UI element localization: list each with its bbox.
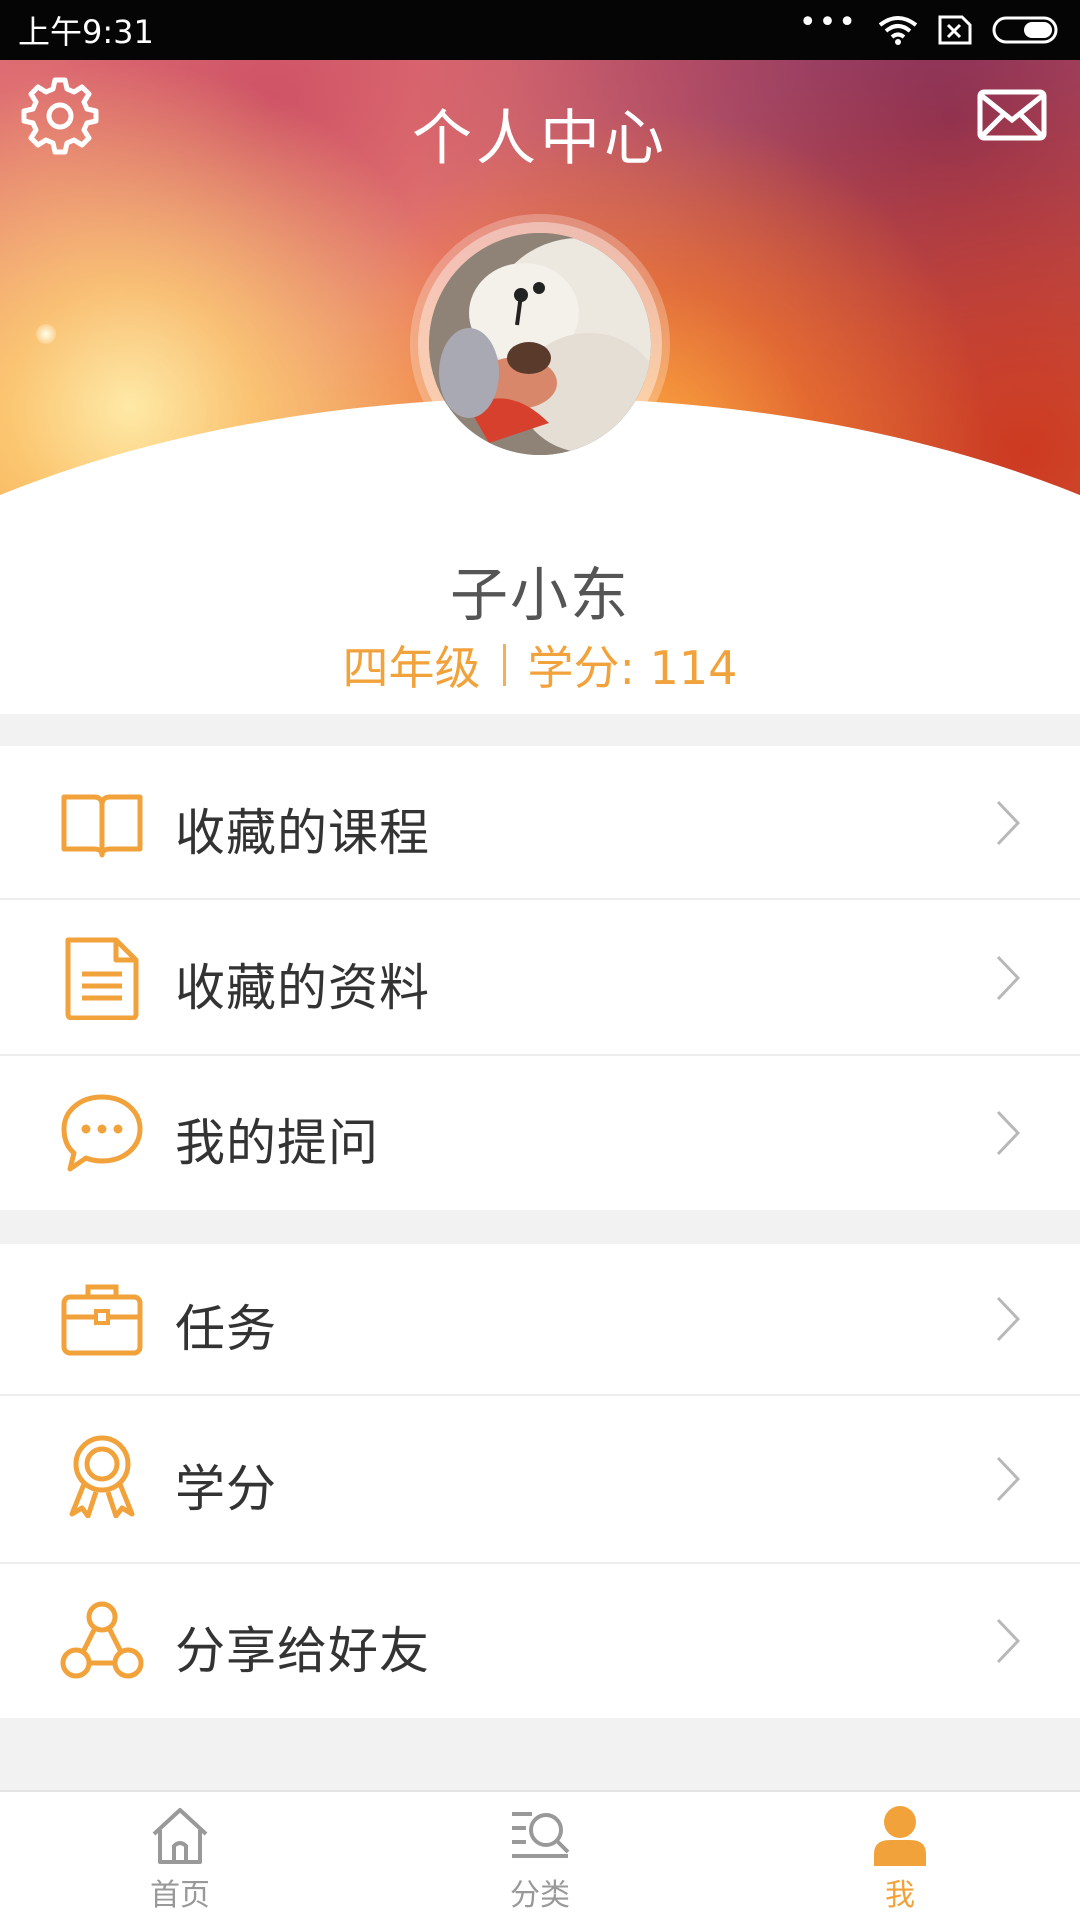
light-flare bbox=[36, 324, 56, 344]
messages-button[interactable] bbox=[976, 86, 1048, 146]
menu-item-share[interactable]: 分享给好友 bbox=[0, 1564, 1080, 1718]
user-icon bbox=[874, 1806, 926, 1866]
status-time: 上午9:31 bbox=[18, 13, 154, 51]
chevron-right-icon bbox=[996, 1110, 1021, 1156]
share-icon bbox=[60, 1601, 144, 1679]
wifi-icon bbox=[878, 16, 918, 45]
nav-tab-home[interactable]: 首页 bbox=[30, 1792, 330, 1920]
document-icon bbox=[65, 937, 139, 1020]
menu-item-favorite-courses[interactable]: 收藏的课程 bbox=[0, 746, 1080, 900]
user-name: 子小东 bbox=[449, 561, 630, 629]
menu-item-label: 收藏的资料 bbox=[175, 959, 430, 1017]
nav-tab-label: 首页 bbox=[150, 1878, 210, 1913]
menu-item-label: 收藏的课程 bbox=[175, 804, 430, 862]
briefcase-icon bbox=[61, 1284, 143, 1356]
medal-icon bbox=[69, 1435, 135, 1518]
chevron-right-icon bbox=[996, 1618, 1021, 1664]
avatar-image bbox=[429, 233, 651, 455]
user-grade: 四年级 bbox=[342, 641, 481, 695]
category-search-icon bbox=[512, 1812, 570, 1858]
nav-tab-label: 分类 bbox=[510, 1878, 570, 1913]
avatar[interactable] bbox=[429, 233, 651, 455]
meta-divider bbox=[502, 644, 506, 686]
profile-header: 个人中心 子小东 四年级 学分: 114 bbox=[0, 60, 1080, 714]
chevron-right-icon bbox=[996, 955, 1021, 1001]
book-icon bbox=[61, 794, 143, 858]
nav-tab-category[interactable]: 分类 bbox=[390, 1792, 690, 1920]
chevron-right-icon bbox=[996, 800, 1021, 846]
page-title: 个人中心 bbox=[412, 104, 668, 174]
menu-item-credits[interactable]: 学分 bbox=[0, 1396, 1080, 1562]
chevron-right-icon bbox=[996, 1296, 1021, 1342]
mail-icon bbox=[977, 89, 1047, 141]
more-dots-icon: ••• bbox=[798, 5, 858, 40]
chevron-right-icon bbox=[996, 1456, 1021, 1502]
avatar-frame bbox=[418, 222, 662, 466]
menu-item-label: 我的提问 bbox=[175, 1114, 379, 1172]
menu-item-label: 任务 bbox=[175, 1300, 277, 1358]
menu-item-label: 分享给好友 bbox=[175, 1622, 430, 1680]
user-credits: 学分: 114 bbox=[527, 641, 738, 695]
status-bar: 上午9:31 ••• bbox=[0, 0, 1080, 60]
personal-center-screen: 上午9:31 ••• 个人中心 子小东 四年级 学分: 114 收藏的课程 收藏… bbox=[0, 0, 1080, 1920]
chat-bubble-icon bbox=[61, 1094, 143, 1172]
home-icon bbox=[152, 1808, 208, 1864]
no-sim-icon bbox=[938, 15, 972, 45]
menu-item-tasks[interactable]: 任务 bbox=[0, 1244, 1080, 1394]
menu-group-activity: 任务 学分 分享给好友 bbox=[0, 1244, 1080, 1718]
menu-item-label: 学分 bbox=[175, 1460, 277, 1518]
status-icons: ••• bbox=[799, 8, 1062, 46]
bottom-nav: 首页 分类 我 bbox=[0, 1790, 1080, 1920]
menu-group-favorites: 收藏的课程 收藏的资料 我的提问 bbox=[0, 746, 1080, 1210]
user-meta: 四年级 学分: 114 bbox=[0, 632, 1080, 698]
battery-icon bbox=[992, 16, 1058, 44]
menu-item-favorite-materials[interactable]: 收藏的资料 bbox=[0, 900, 1080, 1056]
menu-item-my-questions[interactable]: 我的提问 bbox=[0, 1056, 1080, 1210]
nav-tab-me[interactable]: 我 bbox=[750, 1792, 1050, 1920]
nav-tab-label: 我 bbox=[885, 1878, 915, 1913]
